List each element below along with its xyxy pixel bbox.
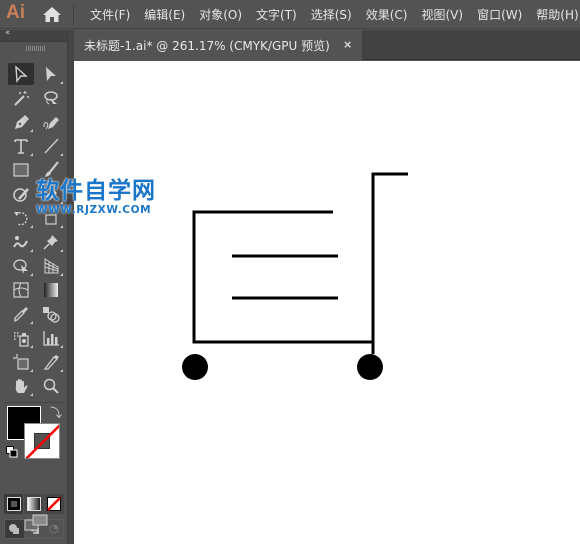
hand-icon bbox=[15, 379, 28, 393]
app-logo: Ai bbox=[6, 2, 25, 23]
artboard-canvas[interactable] bbox=[74, 61, 580, 544]
column-graph-icon bbox=[43, 331, 59, 346]
rotate-icon bbox=[14, 211, 28, 226]
draw-normal-button[interactable] bbox=[5, 520, 24, 538]
menu-view[interactable]: 视图(V) bbox=[421, 6, 463, 23]
rectangle-tool[interactable] bbox=[8, 159, 34, 181]
default-colors-icon[interactable] bbox=[6, 446, 18, 458]
magic-wand-tool[interactable] bbox=[8, 87, 34, 109]
magic-wand-icon bbox=[14, 91, 29, 106]
menu-bar: Ai 文件(F) 编辑(E) 对象(O) 文字(T) 选择(S) 效果(C) 视… bbox=[0, 0, 580, 29]
panel-divider bbox=[4, 402, 64, 403]
document-tab-bar: 未标题-1.ai* @ 261.17% (CMYK/GPU 预览) × bbox=[74, 30, 580, 60]
stroke-swatch[interactable] bbox=[24, 423, 60, 459]
line-segment-icon bbox=[44, 138, 59, 154]
draw-normal-icon bbox=[9, 524, 20, 534]
line-segment-tool[interactable] bbox=[38, 135, 64, 157]
mesh-icon bbox=[13, 282, 29, 298]
menu-select[interactable]: 选择(S) bbox=[311, 6, 352, 23]
selection-tool[interactable] bbox=[8, 63, 34, 85]
symbol-sprayer-icon bbox=[14, 332, 29, 347]
tools-panel: ‹‹ ⤵ bbox=[0, 28, 68, 544]
column-graph-tool[interactable] bbox=[38, 327, 64, 349]
color-button[interactable] bbox=[4, 494, 24, 514]
artboard-icon bbox=[13, 354, 29, 370]
eyedropper-tool[interactable] bbox=[8, 303, 34, 325]
watermark-text: 软件自学网 bbox=[36, 178, 156, 204]
menu-type[interactable]: 文字(T) bbox=[256, 6, 297, 23]
menu-help[interactable]: 帮助(H) bbox=[536, 6, 578, 23]
cart-wheel-left bbox=[182, 354, 208, 380]
screen-mode-icon[interactable] bbox=[24, 514, 48, 532]
shape-builder-tool[interactable] bbox=[8, 255, 34, 277]
none-slash-icon bbox=[25, 424, 59, 458]
puppet-warp-tool[interactable] bbox=[38, 231, 64, 253]
color-mode-row bbox=[4, 494, 64, 516]
menu-items: 文件(F) 编辑(E) 对象(O) 文字(T) 选择(S) 效果(C) 视图(V… bbox=[90, 0, 580, 29]
symbol-sprayer-tool[interactable] bbox=[8, 327, 34, 349]
perspective-grid-icon bbox=[44, 258, 59, 274]
direct-selection-tool[interactable] bbox=[38, 63, 64, 85]
gradient-icon bbox=[44, 283, 58, 297]
panel-header[interactable]: ‹‹ bbox=[0, 28, 67, 42]
slice-tool[interactable] bbox=[38, 351, 64, 373]
magnifier-icon bbox=[43, 378, 59, 394]
blend-tool[interactable] bbox=[38, 303, 64, 325]
gradient-swatch-icon bbox=[26, 497, 41, 511]
swap-fill-stroke-icon[interactable]: ⤵ bbox=[50, 404, 62, 421]
artboard-tool[interactable] bbox=[8, 351, 34, 373]
pen-icon bbox=[15, 115, 29, 129]
shopping-cart-artwork[interactable] bbox=[74, 61, 580, 544]
home-icon[interactable] bbox=[42, 6, 62, 23]
blend-icon bbox=[43, 307, 60, 323]
zoom-tool[interactable] bbox=[38, 375, 64, 397]
none-button[interactable] bbox=[44, 494, 64, 514]
color-icon bbox=[6, 497, 21, 511]
menu-object[interactable]: 对象(O) bbox=[199, 6, 242, 23]
lasso-tool[interactable] bbox=[38, 87, 64, 109]
menu-effect[interactable]: 效果(C) bbox=[366, 6, 408, 23]
pin-icon bbox=[43, 235, 58, 250]
curvature-icon bbox=[43, 117, 59, 130]
pen-tool[interactable] bbox=[8, 111, 34, 133]
rectangle-icon bbox=[13, 163, 29, 177]
menu-file[interactable]: 文件(F) bbox=[90, 6, 130, 23]
cart-wheel-right bbox=[357, 354, 383, 380]
lasso-icon bbox=[44, 91, 58, 105]
gradient-button[interactable] bbox=[24, 494, 44, 514]
document-tab[interactable]: 未标题-1.ai* @ 261.17% (CMYK/GPU 预览) × bbox=[74, 30, 362, 60]
hand-tool[interactable] bbox=[8, 375, 34, 397]
gradient-tool[interactable] bbox=[38, 279, 64, 301]
paintbrush-icon bbox=[45, 161, 59, 177]
selection-arrow-icon bbox=[15, 65, 28, 83]
close-icon[interactable]: × bbox=[343, 38, 352, 51]
document-tab-title: 未标题-1.ai* @ 261.17% (CMYK/GPU 预览) bbox=[84, 38, 330, 53]
collapse-icon[interactable]: ‹‹ bbox=[5, 28, 10, 38]
rotate-tool[interactable] bbox=[8, 207, 34, 229]
warp-icon bbox=[13, 236, 28, 248]
shaper-tool[interactable] bbox=[8, 183, 34, 205]
panel-grip[interactable] bbox=[26, 46, 45, 51]
type-icon bbox=[14, 139, 28, 154]
slice-icon bbox=[43, 355, 59, 370]
mesh-tool[interactable] bbox=[8, 279, 34, 301]
menu-divider bbox=[73, 5, 74, 25]
cart-basket-frame bbox=[192, 210, 374, 344]
direct-selection-icon bbox=[46, 67, 56, 81]
warp-tool[interactable] bbox=[8, 231, 34, 253]
cart-handle bbox=[371, 172, 408, 354]
draw-inside-icon bbox=[49, 524, 59, 534]
curvature-tool[interactable] bbox=[38, 111, 64, 133]
menu-edit[interactable]: 编辑(E) bbox=[144, 6, 185, 23]
perspective-grid-tool[interactable] bbox=[38, 255, 64, 277]
type-tool[interactable] bbox=[8, 135, 34, 157]
none-icon bbox=[47, 497, 62, 511]
menu-window[interactable]: 窗口(W) bbox=[477, 6, 522, 23]
shape-builder-icon bbox=[13, 259, 28, 274]
eyedropper-icon bbox=[14, 307, 28, 323]
watermark-url: WWW.RJZXW.COM bbox=[36, 204, 152, 216]
watermark: 软件自学网 WWW.RJZXW.COM bbox=[36, 178, 156, 216]
shaper-icon bbox=[13, 188, 29, 202]
